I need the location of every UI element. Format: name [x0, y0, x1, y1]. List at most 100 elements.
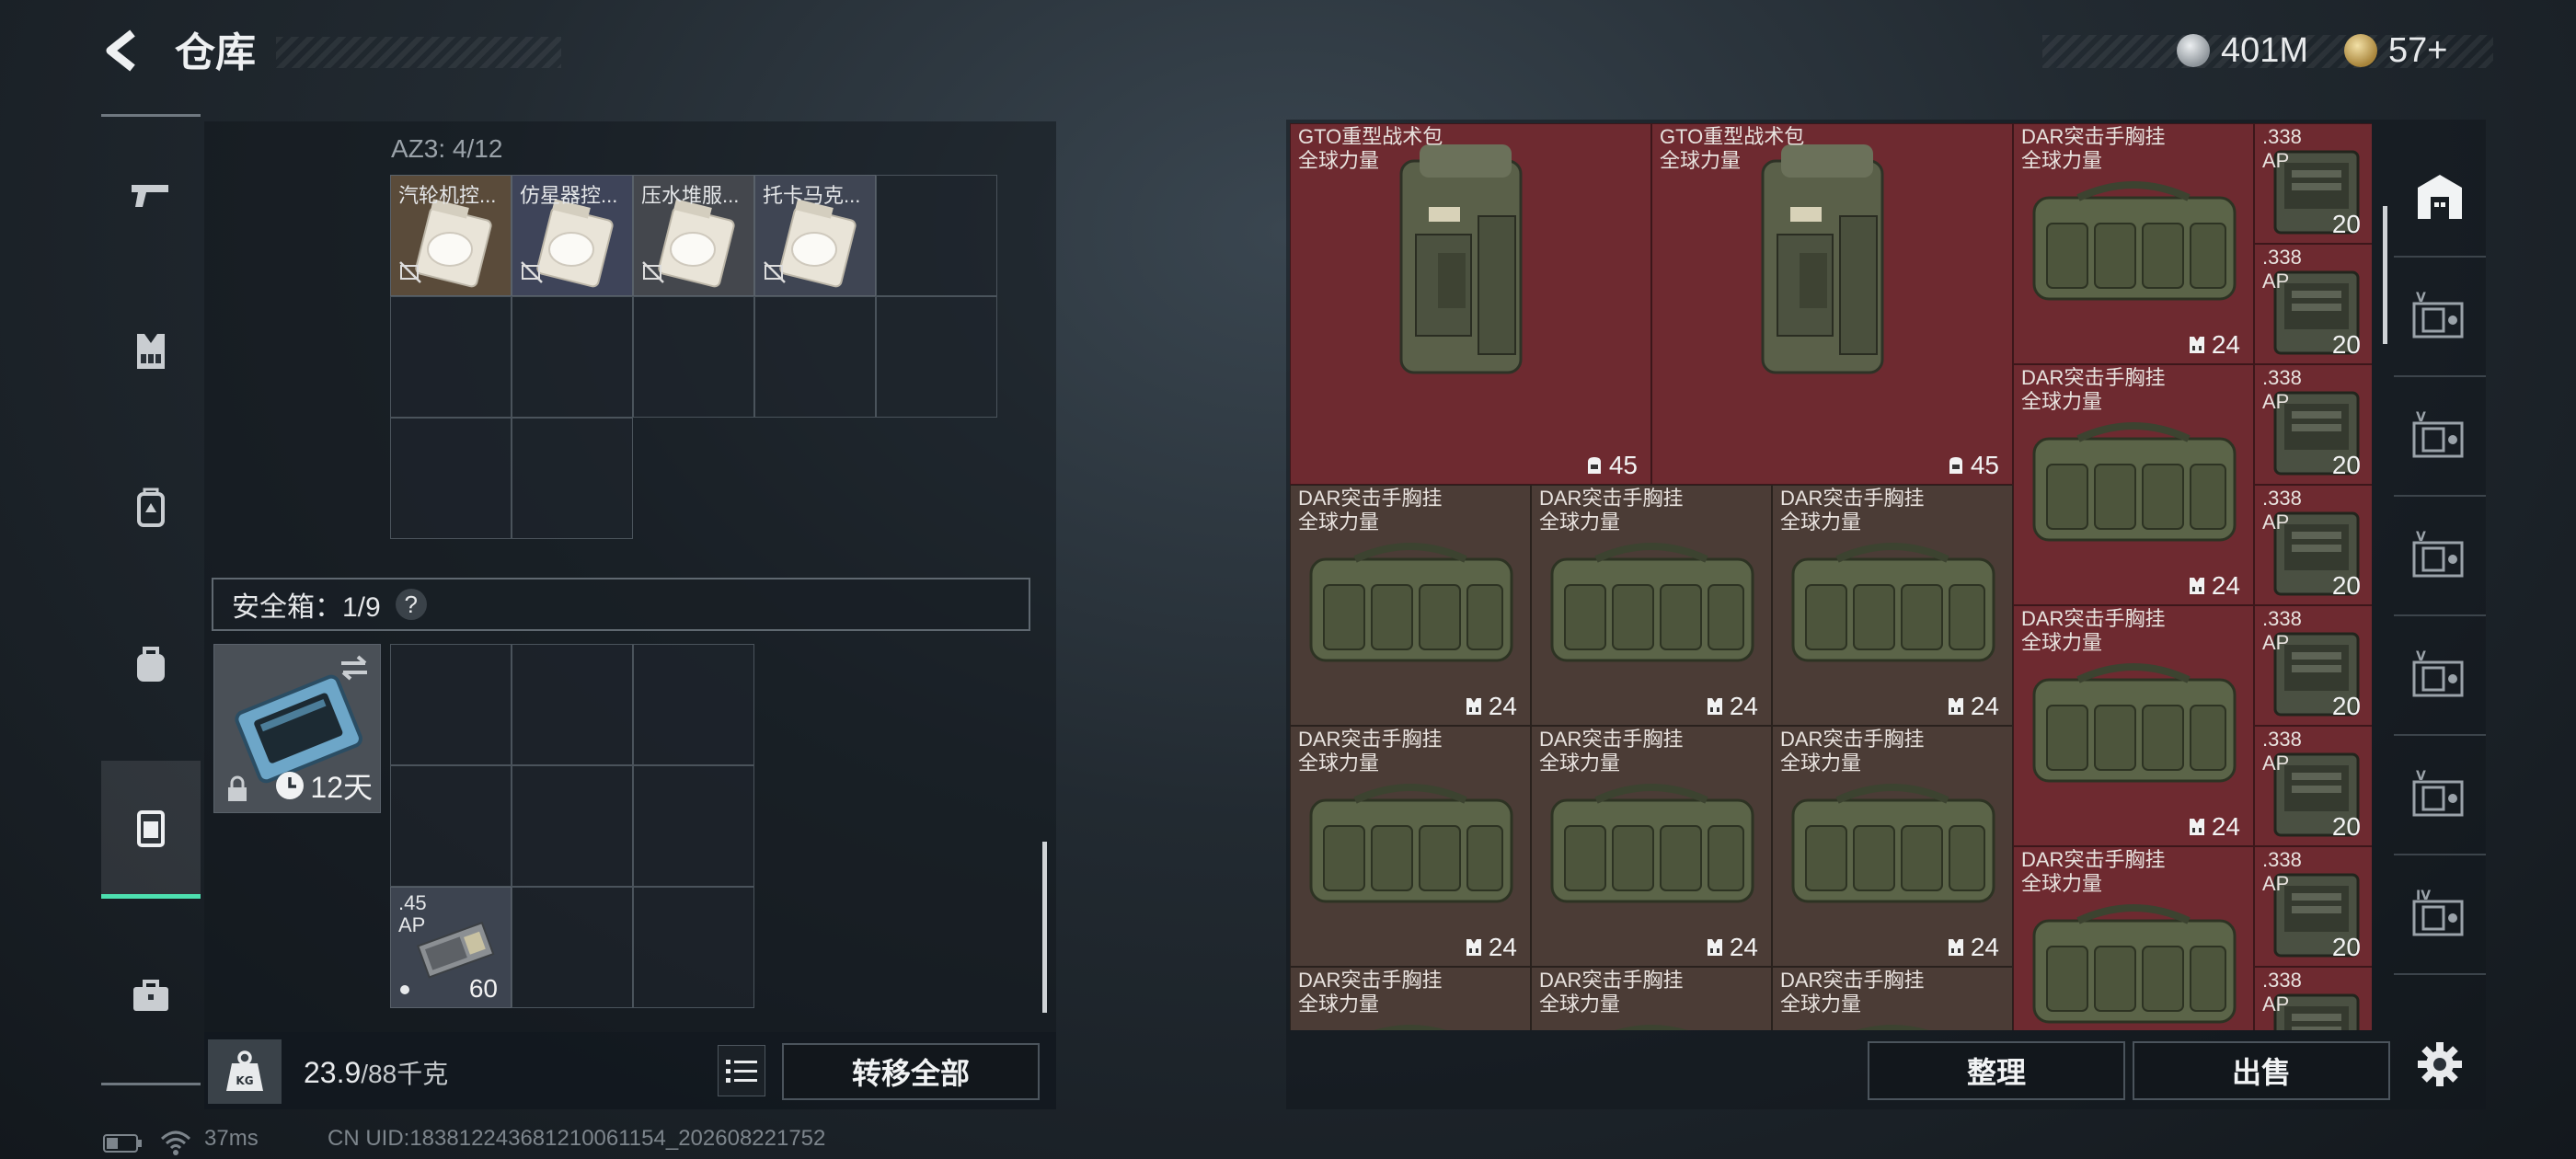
stash-tab[interactable]: V	[2394, 497, 2486, 616]
help-button[interactable]: ?	[395, 589, 427, 620]
clock-icon	[276, 772, 305, 799]
stash-item-ammo[interactable]: .338 AP 20	[2254, 244, 2372, 364]
stash-item-chest-rig[interactable]: DAR突击手胸挂 全球力量	[1531, 967, 1772, 1030]
stash-item-chest-rig[interactable]: DAR突击手胸挂 全球力量	[1772, 967, 2013, 1030]
stash-item-ammo[interactable]: .338 AP 20	[2254, 726, 2372, 846]
organize-button[interactable]: 整理	[1868, 1041, 2125, 1100]
stash-item-chest-rig[interactable]: DAR突击手胸挂全球力量24	[1531, 485, 1772, 726]
stash-item-chest-rig[interactable]: DAR突击手胸挂全球力量24	[2013, 364, 2254, 605]
list-view-button[interactable]	[718, 1045, 765, 1096]
grid-cell[interactable]	[512, 296, 633, 418]
stash-tab[interactable]: V	[2394, 616, 2486, 736]
item-count: 45	[1947, 451, 1999, 480]
item-count-value: 20	[2331, 571, 2361, 600]
item-count: 24	[1706, 933, 1758, 962]
grid-cell[interactable]	[512, 765, 633, 887]
stash-item-ammo[interactable]: .338 AP 20	[2254, 123, 2372, 244]
stash-tab[interactable]: V	[2394, 377, 2486, 497]
rig-capacity-icon	[1707, 698, 1722, 715]
item-count-value: 20	[2331, 330, 2361, 359]
nav-bag[interactable]	[101, 595, 201, 733]
stash-scrollbar[interactable]	[2383, 206, 2387, 344]
stash-item-chest-rig[interactable]: DAR突击手胸挂 全球力量	[1290, 967, 1531, 1030]
grid-cell[interactable]	[754, 296, 876, 418]
weight-unit: /88千克	[361, 1060, 449, 1088]
item-count: 20	[2332, 451, 2361, 480]
stash-tabs: V V V V V IV	[2394, 138, 2486, 1086]
container-item[interactable]: 托卡马克...	[754, 175, 876, 296]
stash-tab[interactable]: V	[2394, 258, 2486, 377]
nav-weapon[interactable]	[101, 126, 201, 264]
grid-cell[interactable]	[512, 644, 633, 765]
sell-button[interactable]: 出售	[2133, 1041, 2390, 1100]
stash-item-ammo[interactable]: .338 AP 20	[2254, 485, 2372, 605]
stash-item-chest-rig[interactable]: DAR突击手胸挂全球力量24	[1772, 485, 2013, 726]
back-button[interactable]	[99, 28, 149, 79]
currency-silver[interactable]: 401M	[2177, 28, 2308, 74]
container-item[interactable]: 压水堆服...	[633, 175, 754, 296]
page-title: 仓库	[175, 30, 256, 75]
item-subtitle: 全球力量	[2021, 149, 2103, 172]
nav-case[interactable]	[101, 926, 201, 1064]
settings-button[interactable]	[2394, 1004, 2486, 1124]
grid-cell[interactable]	[633, 644, 754, 765]
stash-item-ammo[interactable]: .338 AP 20	[2254, 605, 2372, 726]
item-subtitle: 全球力量	[1539, 752, 1621, 775]
no-trade-badge	[763, 260, 787, 290]
swap-icon[interactable]	[338, 654, 371, 682]
stash-item-backpack[interactable]: GTO重型战术包 全球力量 45	[1290, 123, 1651, 485]
stash-v-icon: V	[2412, 291, 2464, 339]
item-name: DAR突击手胸挂	[1539, 487, 1684, 510]
stash-item-chest-rig[interactable]: DAR突击手胸挂全球力量24	[2013, 846, 2254, 1030]
stash-item-chest-rig[interactable]: DAR突击手胸挂全球力量 24	[1531, 726, 1772, 967]
nav-safe-box[interactable]	[101, 761, 201, 899]
stash-item-chest-rig[interactable]: DAR突击手胸挂全球力量24	[1290, 726, 1531, 967]
ammo-count: 60	[468, 974, 498, 1003]
safe-box-slot[interactable]: 12天	[213, 644, 381, 813]
grid-cell[interactable]	[633, 296, 754, 418]
item-subtitle: 全球力量	[1298, 511, 1380, 534]
rig-capacity-icon	[1948, 939, 1963, 956]
grid-cell[interactable]	[876, 296, 997, 418]
container-item[interactable]: 汽轮机控...	[390, 175, 512, 296]
grid-cell[interactable]	[390, 765, 512, 887]
stash-item-chest-rig[interactable]: DAR突击手胸挂全球力量24	[1290, 485, 1531, 726]
left-scrollbar[interactable]	[1042, 842, 1047, 1013]
grid-cell[interactable]	[633, 765, 754, 887]
item-count: 20	[2332, 692, 2361, 721]
grid-cell[interactable]	[633, 887, 754, 1008]
item-name: .338	[2262, 969, 2302, 992]
grid-cell[interactable]	[390, 296, 512, 418]
item-name: .338	[2262, 728, 2302, 751]
grid-cell[interactable]	[512, 887, 633, 1008]
stash-item-ammo[interactable]: .338 AP	[2254, 967, 2372, 1030]
ammo-item[interactable]: .45 AP 60	[390, 887, 512, 1008]
no-trade-icon	[521, 261, 543, 283]
stash-item-backpack[interactable]: GTO重型战术包 全球力量 45	[1651, 123, 2013, 485]
stash-item-chest-rig[interactable]: DAR突击手胸挂全球力量24	[1772, 726, 2013, 967]
rig-capacity-icon	[2189, 819, 2204, 835]
currency-gold[interactable]: 57+	[2344, 28, 2447, 74]
stash-tab-label: V	[2416, 769, 2426, 784]
container-item[interactable]: 仿星器控...	[512, 175, 633, 296]
stash-tab[interactable]: V	[2394, 736, 2486, 855]
item-count-value: 24	[1488, 933, 1517, 961]
nav-chest-rig[interactable]	[101, 282, 201, 420]
pistol-icon	[132, 185, 168, 207]
item-subtitle: AP	[2262, 270, 2290, 293]
stash-item-chest-rig[interactable]: DAR突击手胸挂全球力量24	[2013, 605, 2254, 846]
grid-cell[interactable]	[512, 418, 633, 539]
stash-tab-home[interactable]	[2394, 138, 2486, 258]
stash-item-chest-rig[interactable]: DAR突击手胸挂全球力量24	[2013, 123, 2254, 364]
stash-item-ammo[interactable]: .338 AP 20	[2254, 846, 2372, 967]
item-name: DAR突击手胸挂	[1539, 728, 1684, 751]
nav-backpack[interactable]	[101, 439, 201, 577]
transfer-all-button[interactable]: 转移全部	[782, 1043, 1040, 1100]
stash-tab[interactable]: IV	[2394, 855, 2486, 975]
grid-cell[interactable]	[390, 418, 512, 539]
item-subtitle: 全球力量	[1298, 752, 1380, 775]
stash-tab-label: V	[2416, 530, 2426, 545]
grid-cell[interactable]	[876, 175, 997, 296]
grid-cell[interactable]	[390, 644, 512, 765]
stash-item-ammo[interactable]: .338 AP 20	[2254, 364, 2372, 485]
